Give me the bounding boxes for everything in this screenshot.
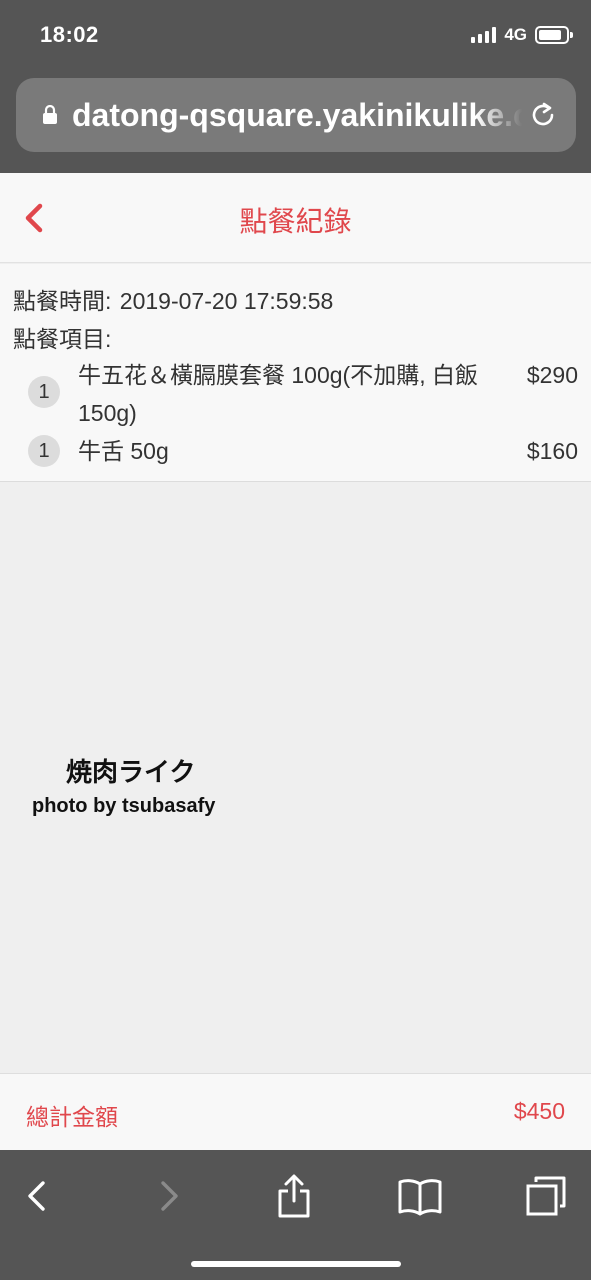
order-time-value: 2019-07-20 17:59:58 bbox=[119, 288, 334, 314]
url-bar[interactable]: datong-qsquare.yakinikulike.com bbox=[16, 78, 576, 152]
battery-level bbox=[539, 30, 561, 40]
browser-top-chrome: 18:02 4G datong-qsquare.yakinikulike.com bbox=[0, 0, 591, 173]
item-name: 牛舌 50g bbox=[78, 438, 169, 464]
network-label: 4G bbox=[504, 25, 527, 44]
order-time-label: 點餐時間: bbox=[13, 288, 112, 314]
status-time: 18:02 bbox=[40, 22, 99, 47]
page-title: 點餐紀錄 bbox=[239, 206, 352, 237]
total-label: 總計金額 bbox=[26, 1104, 118, 1130]
bookmarks-icon[interactable] bbox=[396, 1172, 444, 1220]
back-icon[interactable] bbox=[14, 1172, 62, 1220]
item-name: 牛五花＆橫膈膜套餐 100g(不加購, 白飯 150g) bbox=[78, 362, 478, 426]
total-value: $450 bbox=[513, 1098, 565, 1124]
order-time-row: 點餐時間: 2019-07-20 17:59:58 bbox=[13, 282, 333, 316]
page: 18:02 4G datong-qsquare.yakinikulike.com bbox=[0, 0, 591, 1280]
reload-icon[interactable] bbox=[528, 100, 558, 130]
quantity-badge: 1 bbox=[28, 435, 60, 467]
home-indicator[interactable] bbox=[191, 1261, 401, 1267]
signal-icon bbox=[471, 27, 497, 43]
app-header: 點餐紀錄 bbox=[0, 173, 591, 263]
tabs-icon[interactable] bbox=[522, 1172, 570, 1220]
order-details: 點餐時間: 2019-07-20 17:59:58 點餐項目: 1 牛五花＆橫膈… bbox=[0, 264, 591, 482]
share-icon[interactable] bbox=[270, 1172, 318, 1220]
item-price: $290 bbox=[526, 362, 578, 388]
url-text[interactable]: datong-qsquare.yakinikulike.com bbox=[72, 94, 522, 136]
quantity-badge: 1 bbox=[28, 376, 60, 408]
watermark-credit: photo by tsubasafy bbox=[32, 795, 216, 817]
status-indicators: 4G bbox=[471, 24, 573, 46]
battery-icon bbox=[535, 26, 573, 44]
item-price: $160 bbox=[526, 438, 578, 464]
order-items-label: 點餐項目: bbox=[13, 326, 112, 352]
lock-icon bbox=[43, 105, 57, 124]
watermark-title: 焼肉ライク bbox=[66, 757, 196, 787]
total-bar: 總計金額 $450 bbox=[0, 1073, 591, 1150]
forward-icon[interactable] bbox=[144, 1172, 192, 1220]
